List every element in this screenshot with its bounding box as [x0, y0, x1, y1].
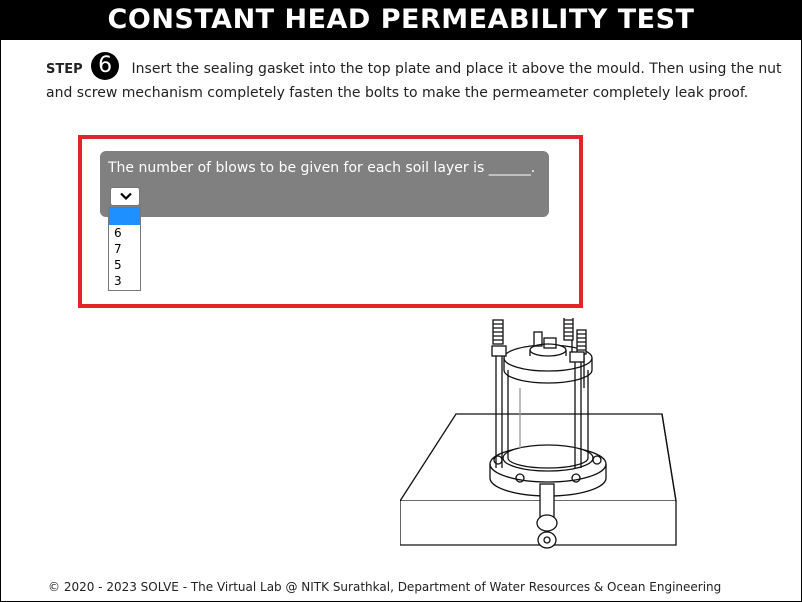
select-option[interactable]: 6	[109, 225, 140, 241]
select-option[interactable]	[109, 208, 140, 225]
select-option[interactable]: 5	[109, 257, 140, 273]
step-number-badge: 6	[91, 52, 120, 80]
blows-select[interactable]	[110, 187, 140, 206]
permeameter-apparatus-drawing	[400, 318, 677, 549]
footer-copyright: © 2020 - 2023 SOLVE - The Virtual Lab @ …	[48, 580, 722, 594]
select-option[interactable]: 7	[109, 241, 140, 257]
step-label: STEP	[46, 62, 83, 77]
page-title: CONSTANT HEAD PERMEABILITY TEST	[0, 0, 802, 40]
chevron-down-icon	[120, 192, 132, 201]
step-instruction-text: Insert the sealing gasket into the top p…	[46, 61, 782, 101]
step-instruction-block: STEP 6 Insert the sealing gasket into th…	[46, 52, 786, 104]
select-option[interactable]: 3	[109, 273, 140, 289]
blows-select-options[interactable]: 6 7 5 3	[108, 207, 141, 291]
question-text: The number of blows to be given for each…	[108, 160, 536, 176]
